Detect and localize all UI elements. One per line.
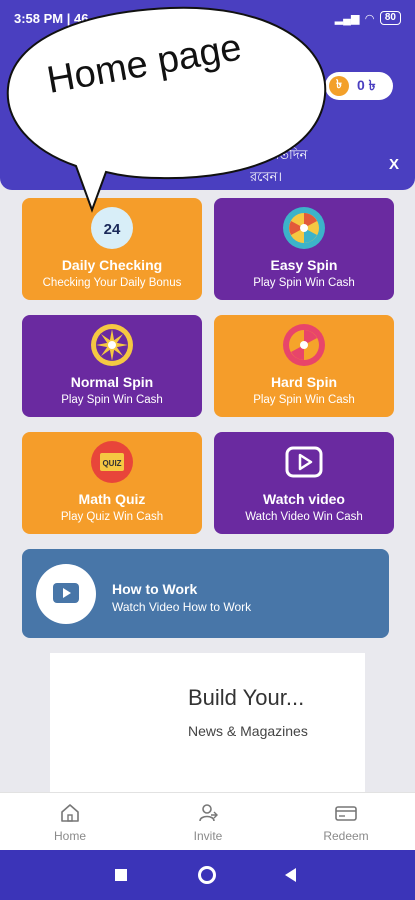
how-to-work-card[interactable]: How to Work Watch Video How to Work bbox=[22, 549, 389, 638]
daily-checking-card[interactable]: 24 Daily Checking Checking Your Daily Bo… bbox=[22, 198, 202, 300]
card-subtitle: Play Spin Win Cash bbox=[253, 394, 355, 406]
card-subtitle: Watch Video Win Cash bbox=[245, 511, 363, 523]
coin-icon: ৳ bbox=[329, 76, 349, 96]
balance-pill[interactable]: ৳ 0 ৳ bbox=[325, 72, 393, 100]
nav-home[interactable]: Home bbox=[30, 801, 110, 843]
card-subtitle: Checking Your Daily Bonus bbox=[42, 277, 182, 289]
easy-spin-card[interactable]: Easy Spin Play Spin Win Cash bbox=[214, 198, 394, 300]
how-to-subtitle: Watch Video How to Work bbox=[112, 600, 252, 614]
spin-wheel-icon bbox=[91, 324, 133, 366]
wifi-icon: ◠ bbox=[365, 12, 374, 25]
status-icons: ▂▄▆ ◠ 80 bbox=[335, 11, 401, 25]
redeem-icon bbox=[335, 806, 357, 821]
home-icon bbox=[61, 804, 79, 822]
system-nav-bar bbox=[0, 850, 415, 900]
card-title: Math Quiz bbox=[78, 491, 146, 507]
how-to-title: How to Work bbox=[112, 581, 198, 597]
spin-wheel-icon bbox=[283, 324, 325, 366]
back-icon[interactable] bbox=[285, 868, 296, 882]
battery-icon: 80 bbox=[379, 11, 401, 25]
balance-value: 0 ৳ bbox=[357, 77, 376, 93]
card-subtitle: Play Quiz Win Cash bbox=[60, 511, 164, 523]
math-quiz-card[interactable]: QUIZ Math Quiz Play Quiz Win Cash bbox=[22, 432, 202, 534]
nav-label: Home bbox=[53, 829, 86, 843]
status-time: 3:58 PM | 46 bbox=[14, 10, 89, 26]
home-system-icon[interactable] bbox=[198, 866, 216, 884]
nav-label: Invite bbox=[193, 829, 223, 843]
card-title: Watch video bbox=[263, 491, 345, 507]
signal-icon: ▂▄▆ bbox=[334, 12, 360, 25]
card-title: Hard Spin bbox=[270, 374, 338, 390]
quiz-icon: QUIZ bbox=[91, 441, 133, 483]
normal-spin-card[interactable]: Normal Spin Play Spin Win Cash bbox=[22, 315, 202, 417]
card-title: Normal Spin bbox=[70, 374, 154, 390]
svg-text:24: 24 bbox=[104, 221, 121, 238]
notice-line-1: ট। প্রতিদিন bbox=[250, 148, 308, 163]
spin-wheel-icon bbox=[283, 207, 325, 249]
quiz-icon-label: QUIZ bbox=[102, 459, 121, 468]
card-title: Daily Checking bbox=[61, 257, 163, 273]
nav-label: Redeem bbox=[323, 829, 369, 843]
calendar-24-icon: 24 bbox=[91, 207, 133, 249]
notice-marquee: ট। প্রতিদিন রবেন। bbox=[250, 145, 380, 190]
card-subtitle: Play Spin Win Cash bbox=[61, 394, 163, 406]
youtube-icon bbox=[36, 564, 96, 624]
card-title: Easy Spin bbox=[270, 257, 338, 273]
ad-subtitle: News & Magazines bbox=[188, 723, 308, 739]
ad-title: Build Your... bbox=[188, 685, 305, 710]
video-play-icon bbox=[285, 446, 323, 478]
watch-video-card[interactable]: Watch video Watch Video Win Cash bbox=[214, 432, 394, 534]
nav-invite[interactable]: Invite bbox=[168, 801, 248, 843]
card-subtitle: Play Spin Win Cash bbox=[253, 277, 355, 289]
invite-icon bbox=[199, 804, 218, 822]
recent-apps-icon[interactable] bbox=[115, 869, 127, 881]
nav-redeem[interactable]: Redeem bbox=[306, 801, 386, 843]
close-notice-button[interactable]: X bbox=[389, 156, 399, 173]
ad-banner[interactable]: Build Your... News & Magazines bbox=[50, 653, 365, 793]
bottom-nav: Home Invite Redeem bbox=[0, 792, 415, 850]
notice-line-2: রবেন। bbox=[250, 170, 283, 185]
hard-spin-card[interactable]: Hard Spin Play Spin Win Cash bbox=[214, 315, 394, 417]
